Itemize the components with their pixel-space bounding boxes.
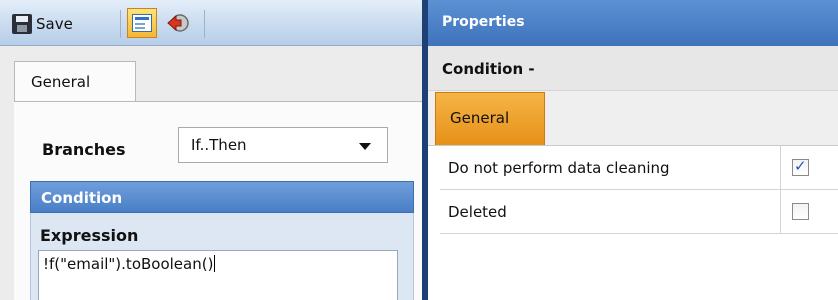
property-label: Do not perform data cleaning <box>448 159 670 177</box>
properties-panel-title: Properties <box>442 14 525 30</box>
branches-select[interactable]: If..Then <box>178 127 388 163</box>
do-not-perform-data-cleaning-checkbox[interactable]: ✓ <box>792 157 809 176</box>
save-button[interactable]: Save <box>12 12 73 36</box>
branches-select-value: If..Then <box>191 136 247 154</box>
expression-label: Expression <box>40 226 139 245</box>
text-cursor <box>214 255 216 272</box>
check-icon: ✓ <box>794 157 807 175</box>
property-row-data-cleaning: Do not perform data cleaning ✓ <box>440 146 838 190</box>
object-title-bar: Condition - <box>428 46 838 91</box>
property-row-deleted: Deleted <box>440 190 838 234</box>
save-label: Save <box>36 15 73 33</box>
column-divider <box>780 190 781 234</box>
column-divider <box>780 146 781 190</box>
toolbar-separator <box>204 10 205 38</box>
property-label: Deleted <box>448 203 507 221</box>
object-title: Condition - <box>442 60 535 78</box>
properties-toggle-button[interactable] <box>127 8 157 38</box>
branches-label: Branches <box>42 140 126 159</box>
toolbar: Save <box>0 0 422 46</box>
floppy-disk-icon <box>12 14 32 34</box>
condition-section-header: Condition <box>30 181 414 213</box>
back-arrow-icon <box>167 14 189 32</box>
back-button[interactable] <box>165 11 191 35</box>
tab-properties-general-label: General <box>450 109 510 127</box>
tab-general-label: General <box>31 73 91 91</box>
expression-input[interactable]: !f("email").toBoolean() <box>38 250 398 300</box>
tab-properties-general[interactable]: General <box>435 92 545 145</box>
tab-general[interactable]: General <box>14 61 136 102</box>
toolbar-separator <box>120 10 121 38</box>
expression-text: !f("email").toBoolean() <box>43 255 214 273</box>
properties-panel-header: Properties <box>428 0 838 46</box>
properties-icon <box>132 14 152 32</box>
deleted-checkbox[interactable] <box>792 203 809 220</box>
chevron-down-icon <box>359 143 371 150</box>
expression-value: !f("email").toBoolean() <box>43 255 216 273</box>
condition-section-title: Condition <box>41 189 123 207</box>
